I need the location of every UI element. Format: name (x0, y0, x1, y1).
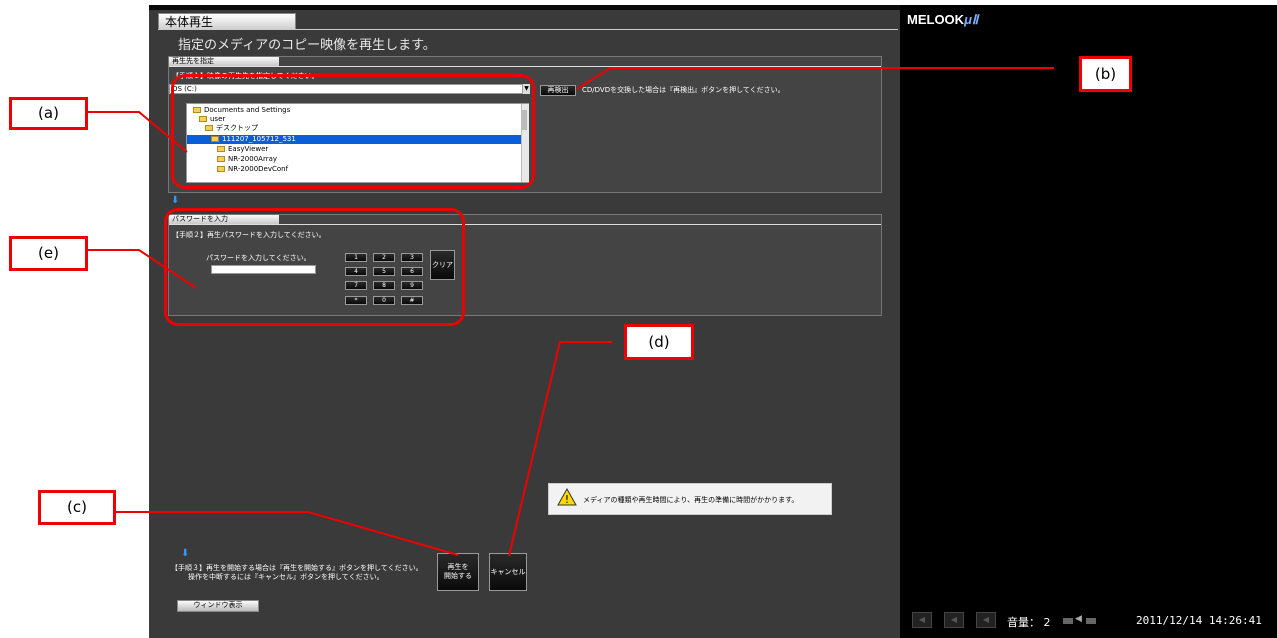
annotation-line-d (508, 341, 612, 557)
callout-d: (d) (624, 324, 694, 360)
callout-b: (b) (1079, 56, 1132, 92)
annotation-line-b (576, 67, 1054, 90)
annotation-line-c (95, 511, 459, 556)
callout-e: (e) (9, 236, 88, 271)
annotation-lines (88, 67, 1054, 557)
annotation-line-e (88, 249, 197, 289)
annotation-line-a (88, 111, 188, 153)
callout-a: (a) (9, 97, 88, 130)
callout-c: (c) (38, 490, 116, 525)
